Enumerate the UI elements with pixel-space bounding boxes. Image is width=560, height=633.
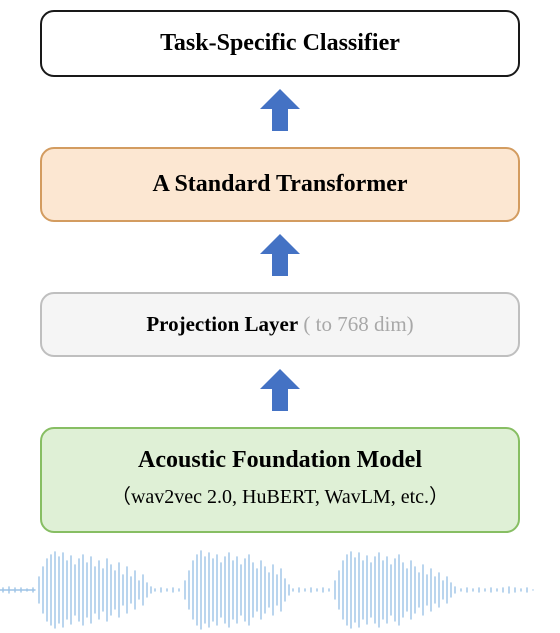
classifier-box: Task-Specific Classifier (40, 10, 520, 77)
projection-box: Projection Layer ( to 768 dim) (40, 292, 520, 357)
transformer-label: A Standard Transformer (152, 171, 407, 197)
classifier-label: Task-Specific Classifier (160, 30, 400, 56)
foundation-box: Acoustic Foundation Model （wav2vec 2.0, … (40, 427, 520, 533)
waveform-icon (0, 547, 535, 633)
projection-label-dim: ( to 768 dim) (298, 312, 414, 336)
arrow-icon (256, 367, 304, 415)
foundation-subtitle: （wav2vec 2.0, HuBERT, WavLM, etc.） (54, 480, 506, 509)
arrow-icon (256, 87, 304, 135)
foundation-title: Acoustic Foundation Model (54, 447, 506, 474)
transformer-box: A Standard Transformer (40, 147, 520, 222)
arrow-icon (256, 232, 304, 280)
projection-label-bold: Projection Layer (146, 312, 298, 336)
